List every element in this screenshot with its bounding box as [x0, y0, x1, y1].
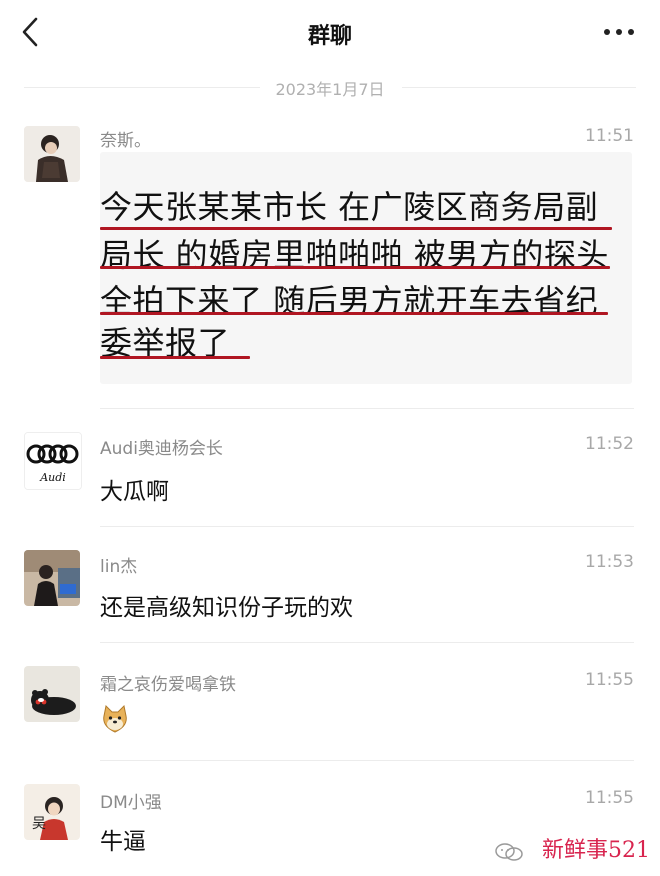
watermark-text: 新鲜事521	[542, 838, 650, 863]
avatar-person-icon	[24, 126, 80, 182]
message-divider	[100, 526, 634, 527]
sender-name: 霜之哀伤爱喝拿铁	[100, 675, 236, 695]
message-time: 11:55	[585, 670, 634, 690]
wechat-channel-icon	[494, 840, 524, 864]
avatar-portrait-icon: 吴	[24, 784, 80, 840]
message-time: 11:51	[585, 126, 634, 146]
avatar-calligraphy: 吴	[32, 816, 46, 832]
date-separator: 2023年1月7日	[0, 76, 660, 100]
message-text[interactable]: 牛逼	[100, 822, 146, 856]
more-button[interactable]	[602, 20, 636, 44]
avatar-photo-icon	[24, 550, 80, 606]
message-text[interactable]: 还是高级知识份子玩的欢	[100, 588, 353, 622]
watermark: 新鲜事521	[480, 834, 650, 864]
sender-name: lin杰	[100, 557, 138, 577]
avatar-bear-icon	[24, 666, 80, 722]
red-underline	[100, 266, 610, 269]
message-time: 11:53	[585, 552, 634, 572]
message-time: 11:55	[585, 788, 634, 808]
avatar[interactable]: Audi	[24, 432, 82, 490]
top-bar: 群聊	[0, 0, 660, 70]
sender-name: Audi奥迪杨会长	[100, 439, 223, 459]
audi-rings-icon: Audi	[25, 433, 81, 489]
doge-emoji-svg	[103, 704, 127, 733]
date-separator-text: 2023年1月7日	[275, 80, 385, 99]
sender-name: DM小强	[100, 793, 162, 813]
quote-line: 全拍下来了 随后男方就开车去省纪	[100, 282, 599, 320]
message-time: 11:52	[585, 434, 634, 454]
avatar[interactable]	[24, 550, 80, 606]
more-dots-icon	[604, 29, 634, 35]
wechat-channel-svg	[495, 843, 523, 861]
quote-line: 今天张某某市长 在广陵区商务局副	[100, 188, 599, 226]
red-underline	[100, 356, 250, 359]
avatar[interactable]	[24, 666, 80, 722]
page-title: 群聊	[307, 24, 352, 49]
sender-name: 奈斯。	[100, 131, 151, 151]
avatar-logo-text: Audi	[39, 471, 66, 484]
quote-line: 局长 的婚房里啪啪啪 被男方的探头	[100, 236, 609, 274]
message-divider	[100, 760, 634, 761]
message-text[interactable]: 大瓜啊	[100, 472, 169, 506]
red-underline	[100, 312, 608, 315]
message-divider	[100, 642, 634, 643]
message-divider	[100, 408, 634, 409]
avatar[interactable]	[24, 126, 80, 182]
doge-emoji-icon[interactable]	[100, 704, 130, 734]
quoted-screenshot[interactable]: 今天张某某市长 在广陵区商务局副 局长 的婚房里啪啪啪 被男方的探头 全拍下来了…	[100, 152, 632, 384]
avatar[interactable]: 吴	[24, 784, 80, 840]
